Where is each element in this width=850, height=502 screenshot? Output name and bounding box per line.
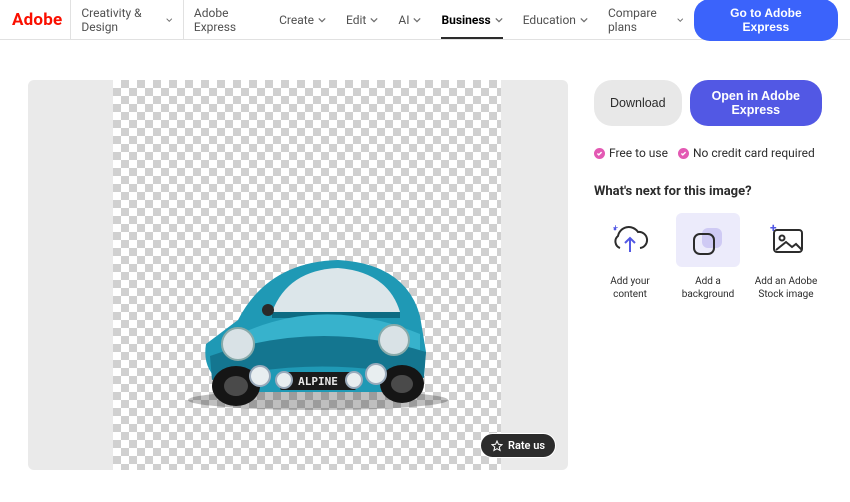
svg-text:+: +: [613, 224, 618, 234]
nav-creativity-design[interactable]: Creativity & Design: [70, 0, 184, 39]
card-add-background[interactable]: Add a background: [672, 213, 744, 301]
nav-label: Edit: [346, 13, 366, 27]
chevron-down-icon: [370, 16, 378, 24]
nav-ai[interactable]: AI: [388, 0, 431, 39]
whats-next-heading: What's next for this image?: [594, 184, 822, 199]
license-plate: ALPINE: [298, 375, 338, 388]
next-steps-cards: + Add your content Add a background: [594, 213, 822, 301]
go-to-adobe-express-button[interactable]: Go to Adobe Express: [694, 0, 838, 41]
cloud-upload-icon: +: [598, 213, 662, 267]
checkmark-icon: [678, 148, 689, 159]
open-in-express-button[interactable]: Open in Adobe Express: [690, 80, 822, 126]
nav-label: Creativity & Design: [81, 6, 162, 34]
adobe-logo[interactable]: Adobe: [12, 10, 62, 30]
nav-education[interactable]: Education: [513, 0, 598, 39]
background-icon: [676, 213, 740, 267]
badge-no-card: No credit card required: [678, 146, 815, 160]
badge-text: No credit card required: [693, 146, 815, 160]
result-image: ALPINE: [168, 222, 468, 412]
card-add-stock-image[interactable]: + Add an Adobe Stock image: [750, 213, 822, 301]
nav-edit[interactable]: Edit: [336, 0, 388, 39]
rate-us-button[interactable]: Rate us: [480, 433, 556, 458]
card-label: Add a background: [672, 275, 744, 301]
main: ALPINE Rate us Download Open in Adobe E: [0, 40, 850, 480]
nav-items: Creativity & Design Adobe Express Create…: [70, 0, 693, 39]
checkmark-icon: [594, 148, 605, 159]
nav-create[interactable]: Create: [269, 0, 336, 39]
nav-label: Compare plans: [608, 6, 673, 34]
action-buttons: Download Open in Adobe Express: [594, 80, 822, 126]
side-panel: Download Open in Adobe Express Free to u…: [594, 80, 822, 470]
badge-text: Free to use: [609, 146, 668, 160]
nav-label: Business: [441, 13, 490, 27]
image-plus-icon: +: [754, 213, 818, 267]
nav-adobe-express[interactable]: Adobe Express: [184, 0, 269, 39]
chevron-down-icon: [495, 16, 503, 24]
card-label: Add an Adobe Stock image: [750, 275, 822, 301]
chevron-down-icon: [580, 16, 588, 24]
chevron-down-icon: [166, 16, 172, 24]
star-icon: [491, 440, 503, 452]
nav-business[interactable]: Business: [431, 0, 512, 39]
card-add-content[interactable]: + Add your content: [594, 213, 666, 301]
chevron-down-icon: [677, 16, 683, 24]
chevron-down-icon: [413, 16, 421, 24]
nav-compare-plans[interactable]: Compare plans: [598, 0, 694, 39]
download-button[interactable]: Download: [594, 80, 682, 126]
nav-label: AI: [398, 13, 409, 27]
chevron-down-icon: [318, 16, 326, 24]
top-nav: Adobe Creativity & Design Adobe Express …: [0, 0, 850, 40]
result-canvas: ALPINE Rate us: [28, 80, 568, 470]
info-badges: Free to use No credit card required: [594, 146, 822, 160]
badge-free: Free to use: [594, 146, 668, 160]
nav-label: Adobe Express: [194, 6, 259, 34]
nav-label: Create: [279, 13, 314, 27]
rate-us-label: Rate us: [508, 439, 545, 452]
nav-label: Education: [523, 13, 576, 27]
card-label: Add your content: [594, 275, 666, 301]
